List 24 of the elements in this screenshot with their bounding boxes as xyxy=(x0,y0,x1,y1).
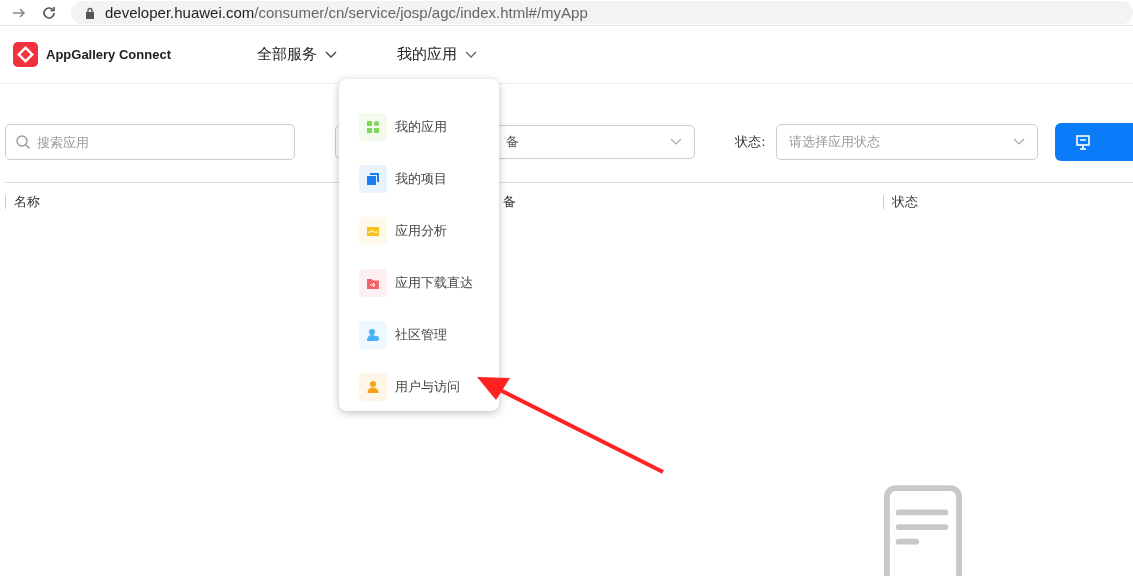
caret-icon xyxy=(325,50,337,59)
caret-icon xyxy=(465,50,477,59)
menu-item[interactable]: 应用下载直达 xyxy=(339,257,499,309)
presentation-icon xyxy=(1074,134,1091,150)
status-label: 状态: xyxy=(735,133,766,151)
menu-item[interactable]: 用户与访问 xyxy=(339,361,499,413)
nav-menu[interactable]: 全部服务 xyxy=(257,45,337,64)
column-header: 状态 xyxy=(892,194,918,209)
brand-name: AppGallery Connect xyxy=(46,47,171,62)
nav-menu[interactable]: 我的应用 xyxy=(397,45,477,64)
menu-item[interactable]: 社区管理 xyxy=(339,309,499,361)
column-header: 名称 xyxy=(14,194,40,209)
lock-icon xyxy=(85,6,95,19)
menu-item[interactable]: 应用分析 xyxy=(339,205,499,257)
address-bar[interactable]: developer.huawei.com/consumer/cn/service/josp/agc/index.html#/myApp xyxy=(71,1,1133,24)
search-icon xyxy=(15,134,31,150)
logo-icon xyxy=(13,42,38,67)
chevron-icon xyxy=(670,138,683,146)
empty-document-icon xyxy=(884,484,962,576)
column-header: 备 xyxy=(503,194,516,209)
reload-icon[interactable] xyxy=(41,4,57,21)
create-button[interactable] xyxy=(1054,123,1133,161)
search-field[interactable]: 搜索应用 xyxy=(5,124,295,160)
chevron-icon xyxy=(1012,138,1025,146)
